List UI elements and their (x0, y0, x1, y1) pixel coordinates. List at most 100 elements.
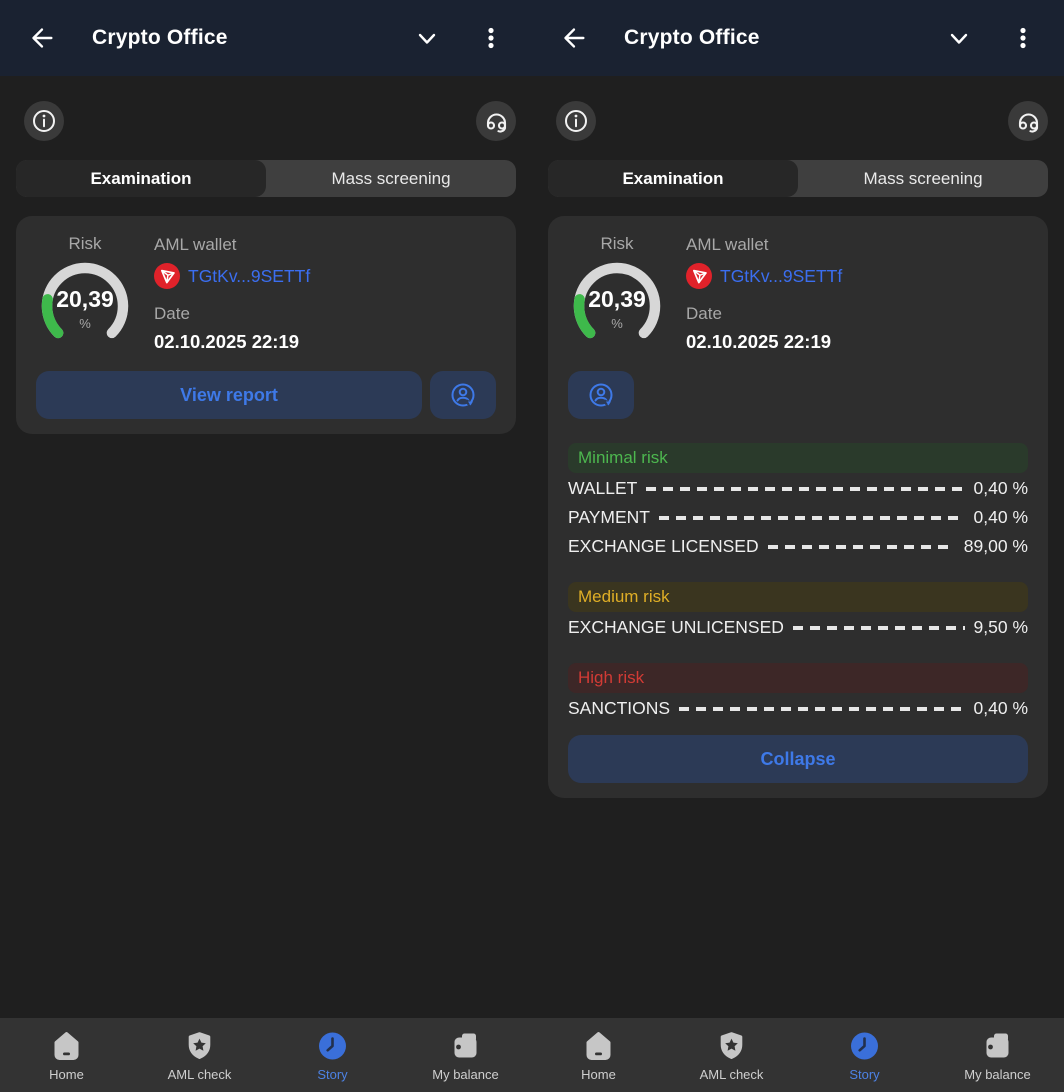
nav-item-aml-check[interactable]: AML check (133, 1028, 266, 1082)
info-icon (31, 108, 57, 134)
dash-leader (659, 516, 965, 520)
view-report-button[interactable]: View report (36, 371, 422, 419)
risk-label: Risk (570, 234, 664, 254)
screening-tabs: Examination Mass screening (548, 160, 1048, 197)
info-icon (563, 108, 589, 134)
nav-label: AML check (700, 1067, 764, 1082)
date-label: Date (154, 304, 310, 324)
risk-label: Risk (38, 234, 132, 254)
bottom-navigation: Home AML check Story My balance (0, 1018, 532, 1092)
nav-item-story[interactable]: Story (266, 1028, 399, 1082)
aml-report-card-expanded: Risk 20,39 % AML wallet (548, 216, 1048, 798)
nav-item-home[interactable]: Home (0, 1028, 133, 1082)
screen-right-expanded: Crypto Office Examination (532, 0, 1064, 1092)
kebab-menu-icon[interactable] (474, 21, 508, 55)
app-title: Crypto Office (92, 26, 228, 50)
user-sync-icon (586, 380, 616, 410)
wallet-address: TGtKv...9SETTf (188, 266, 310, 287)
clock-icon (316, 1030, 349, 1063)
risk-row-value: 0,40 % (974, 698, 1028, 719)
tron-icon (686, 263, 712, 289)
risk-unit: % (38, 316, 132, 331)
app-title: Crypto Office (624, 26, 760, 50)
wallet-icon (449, 1030, 482, 1063)
risk-row-exchange-unlicensed: EXCHANGE UNLICENSED 9,50 % (568, 613, 1028, 641)
risk-unit: % (570, 316, 664, 331)
risk-row-label: SANCTIONS (568, 698, 670, 719)
top-bar: Crypto Office (532, 0, 1064, 76)
nav-label: My balance (964, 1067, 1030, 1082)
kebab-menu-icon[interactable] (1006, 21, 1040, 55)
recheck-user-button[interactable] (430, 371, 496, 419)
minimal-risk-header: Minimal risk (568, 443, 1028, 473)
risk-value: 20,39 (570, 286, 664, 313)
date-value: 02.10.2025 22:19 (686, 331, 842, 353)
info-button[interactable] (556, 101, 596, 141)
clock-icon (848, 1030, 881, 1063)
tab-examination[interactable]: Examination (548, 160, 798, 197)
wallet-label: AML wallet (686, 235, 842, 255)
risk-row-label: WALLET (568, 478, 637, 499)
risk-row-exchange-licensed: EXCHANGE LICENSED 89,00 % (568, 532, 1028, 560)
risk-row-value: 0,40 % (974, 507, 1028, 528)
shield-star-icon (183, 1030, 216, 1063)
screen-left-collapsed: Crypto Office Examination (0, 0, 532, 1092)
tab-mass-screening[interactable]: Mass screening (266, 160, 516, 197)
nav-item-my-balance[interactable]: My balance (399, 1028, 532, 1082)
risk-gauge: 20,39 % (570, 259, 664, 353)
support-button[interactable] (1008, 101, 1048, 141)
page-content: Examination Mass screening Risk 20,39 % (532, 76, 1064, 1092)
info-button[interactable] (24, 101, 64, 141)
risk-row-label: PAYMENT (568, 507, 650, 528)
headset-icon (1015, 108, 1042, 135)
nav-item-aml-check[interactable]: AML check (665, 1028, 798, 1082)
nav-item-home[interactable]: Home (532, 1028, 665, 1082)
tron-icon (154, 263, 180, 289)
aml-report-card: Risk 20,39 % AML wallet (16, 216, 516, 434)
home-icon (50, 1030, 83, 1063)
nav-label: Story (317, 1067, 347, 1082)
support-button[interactable] (476, 101, 516, 141)
home-icon (582, 1030, 615, 1063)
recheck-user-button[interactable] (568, 371, 634, 419)
user-sync-icon (448, 380, 478, 410)
nav-label: AML check (168, 1067, 232, 1082)
medium-risk-header: Medium risk (568, 582, 1028, 612)
risk-row-sanctions: SANCTIONS 0,40 % (568, 694, 1028, 722)
risk-gauge: 20,39 % (38, 259, 132, 353)
high-risk-header: High risk (568, 663, 1028, 693)
chevron-down-icon[interactable] (942, 21, 976, 55)
risk-row-value: 89,00 % (964, 536, 1028, 557)
nav-item-my-balance[interactable]: My balance (931, 1028, 1064, 1082)
dash-leader (679, 707, 964, 711)
chevron-down-icon[interactable] (410, 21, 444, 55)
risk-row-value: 0,40 % (974, 478, 1028, 499)
wallet-label: AML wallet (154, 235, 310, 255)
collapse-button[interactable]: Collapse (568, 735, 1028, 783)
wallet-address-link[interactable]: TGtKv...9SETTf (686, 263, 842, 289)
nav-label: Home (581, 1067, 616, 1082)
date-label: Date (686, 304, 842, 324)
tab-mass-screening[interactable]: Mass screening (798, 160, 1048, 197)
back-icon[interactable] (24, 21, 58, 55)
risk-row-wallet: WALLET 0,40 % (568, 474, 1028, 502)
risk-row-payment: PAYMENT 0,40 % (568, 503, 1028, 531)
bottom-navigation: Home AML check Story My balance (532, 1018, 1064, 1092)
risk-row-label: EXCHANGE LICENSED (568, 536, 759, 557)
dash-leader (793, 626, 965, 630)
nav-item-story[interactable]: Story (798, 1028, 931, 1082)
shield-star-icon (715, 1030, 748, 1063)
risk-row-label: EXCHANGE UNLICENSED (568, 617, 784, 638)
back-icon[interactable] (556, 21, 590, 55)
nav-label: Story (849, 1067, 879, 1082)
dash-leader (646, 487, 964, 491)
tab-examination[interactable]: Examination (16, 160, 266, 197)
nav-label: My balance (432, 1067, 498, 1082)
dash-leader (768, 545, 955, 549)
top-bar: Crypto Office (0, 0, 532, 76)
screening-tabs: Examination Mass screening (16, 160, 516, 197)
wallet-icon (981, 1030, 1014, 1063)
page-content: Examination Mass screening Risk 20,39 % (0, 76, 532, 1092)
wallet-address-link[interactable]: TGtKv...9SETTf (154, 263, 310, 289)
nav-label: Home (49, 1067, 84, 1082)
